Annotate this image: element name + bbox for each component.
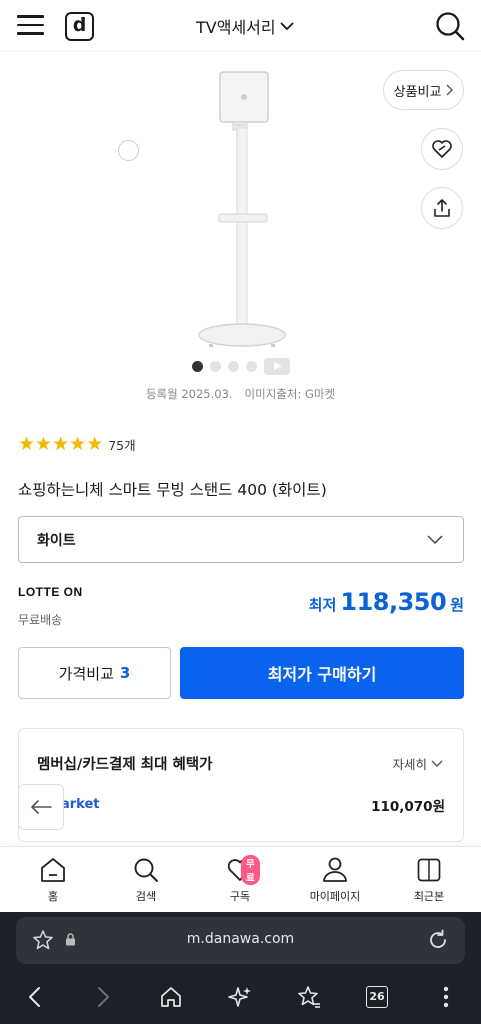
- option-select[interactable]: 화이트: [18, 516, 464, 563]
- nav-label: 구독: [229, 890, 251, 903]
- nav-label: 최근본: [413, 890, 445, 903]
- pagination-dot[interactable]: [210, 361, 221, 372]
- price-unit: 원: [450, 596, 464, 614]
- price-compare-label: 가격비교: [58, 664, 114, 683]
- pagination-dot[interactable]: [228, 361, 239, 372]
- benefit-title: 멤버십/카드결제 최대 혜택가: [37, 757, 213, 773]
- arrow-left-icon: [31, 800, 52, 814]
- star-icon: ★: [35, 433, 53, 455]
- benefit-card: 멤버십/카드결제 최대 혜택가 자세히 arket 110,070원: [18, 728, 464, 842]
- chevron-right-icon: [98, 987, 109, 1007]
- shipping-info: 무료배송: [18, 613, 63, 627]
- browser-ai-button[interactable]: [225, 982, 255, 1012]
- category-title: TV액세서리: [196, 18, 276, 37]
- compare-label: 상품비교: [393, 84, 442, 100]
- chevron-down-icon: [279, 22, 294, 31]
- buy-label: 최저가 구매하기: [267, 665, 377, 684]
- benefit-more-label: 자세히: [392, 757, 427, 772]
- bottom-nav: 홈 검색 무료 구독 마이페이지 최근본: [0, 846, 481, 912]
- free-badge: 무료: [241, 855, 260, 885]
- nav-search[interactable]: 검색: [98, 847, 194, 913]
- gallery-pagination: [192, 358, 290, 375]
- registered-date: 등록월 2025.03.: [145, 387, 233, 401]
- store-logo: LOTTE ON: [18, 585, 83, 599]
- search-icon[interactable]: [434, 10, 466, 42]
- image-source: 이미지출처: G마켓: [244, 387, 336, 401]
- tab-count: 26: [369, 990, 385, 1003]
- browser-forward-button[interactable]: [89, 982, 119, 1012]
- chevron-left-icon: [29, 987, 40, 1007]
- video-play-icon[interactable]: [264, 358, 290, 375]
- nav-mypage[interactable]: 마이페이지: [287, 847, 383, 913]
- heart-link-icon: [432, 140, 452, 158]
- price-label: 최저: [308, 596, 337, 614]
- share-button[interactable]: [421, 187, 463, 229]
- nav-label: 마이페이지: [309, 890, 361, 903]
- browser-tabs-button[interactable]: 26: [362, 982, 392, 1012]
- url-text: m.danawa.com: [186, 931, 295, 947]
- star-icon: ★: [52, 433, 70, 455]
- danawa-logo[interactable]: d: [65, 12, 94, 41]
- back-button[interactable]: [18, 784, 64, 830]
- tabs-icon: 26: [366, 986, 388, 1008]
- browser-back-button[interactable]: [19, 982, 49, 1012]
- nav-home[interactable]: 홈: [5, 847, 101, 913]
- price-compare-button[interactable]: 가격비교 3: [18, 647, 171, 699]
- category-dropdown[interactable]: TV액세서리: [196, 14, 294, 38]
- nav-subscribe[interactable]: 무료 구독: [192, 847, 288, 913]
- benefit-price: 110,070원: [371, 799, 445, 815]
- pagination-dot[interactable]: [192, 361, 203, 372]
- star-icon: ★: [86, 433, 104, 455]
- product-compare-button[interactable]: 상품비교: [383, 70, 464, 110]
- app-header: d TV액세서리: [0, 0, 481, 52]
- price-value: 118,350: [340, 588, 447, 616]
- rating-count: 75개: [108, 438, 136, 453]
- browser-bookmarks-button[interactable]: [294, 982, 324, 1012]
- recent-icon: [417, 858, 441, 881]
- browser-menu-button[interactable]: [431, 982, 461, 1012]
- nav-recent[interactable]: 최근본: [381, 847, 477, 913]
- nav-label: 검색: [135, 890, 157, 903]
- product-image[interactable]: [185, 68, 295, 353]
- browser-home-button[interactable]: [156, 982, 186, 1012]
- wish-button[interactable]: [421, 128, 463, 170]
- home-icon: [41, 857, 65, 882]
- browser-chrome: m.danawa.com 26: [0, 912, 481, 1024]
- rating[interactable]: ★ ★ ★ ★ ★ 75개: [18, 435, 136, 454]
- chevron-down-icon: [431, 760, 443, 767]
- image-indicator: [118, 140, 139, 161]
- reload-icon[interactable]: [427, 929, 449, 951]
- option-value: 화이트: [37, 533, 76, 549]
- menu-icon[interactable]: [17, 14, 44, 36]
- image-meta: 등록월 2025.03. 이미지출처: G마켓: [0, 386, 481, 402]
- star-icon: ★: [69, 433, 87, 455]
- product-name: 쇼핑하는니체 스마트 무빙 스탠드 400 (화이트): [18, 481, 327, 499]
- bookmark-list-icon: [298, 986, 320, 1008]
- nav-label: 홈: [47, 890, 59, 903]
- lowest-price: 최저 118,350 원: [309, 588, 464, 616]
- chevron-right-icon: [446, 84, 454, 96]
- home-icon: [161, 987, 181, 1007]
- user-icon: [323, 857, 347, 882]
- benefit-detail-button[interactable]: 자세히: [392, 754, 443, 773]
- more-vertical-icon: [443, 986, 449, 1008]
- pagination-dot[interactable]: [246, 361, 257, 372]
- share-icon: [434, 199, 450, 217]
- star-icon: ★: [18, 433, 36, 455]
- price-compare-count: 3: [119, 664, 131, 682]
- search-icon: [134, 858, 158, 882]
- sparkle-icon: [228, 987, 251, 1007]
- chevron-down-icon: [427, 535, 443, 545]
- address-bar[interactable]: m.danawa.com: [16, 917, 465, 964]
- buy-lowest-button[interactable]: 최저가 구매하기: [180, 647, 464, 699]
- benefit-store: arket: [61, 797, 100, 812]
